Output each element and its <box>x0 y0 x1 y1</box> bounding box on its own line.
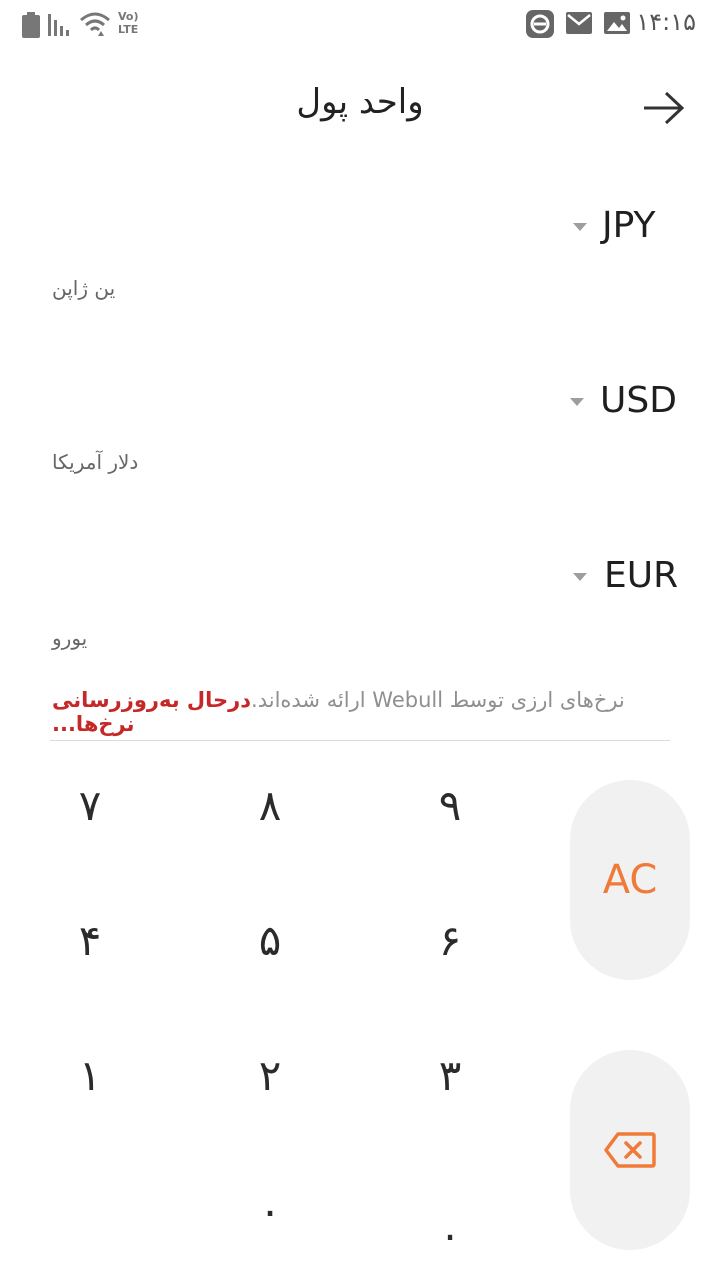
currency-name: یورو <box>52 626 88 650</box>
key-6[interactable]: ۶ <box>390 900 510 980</box>
signal-icon <box>48 14 69 36</box>
rates-updating-text: درحال به‌روزرسانی نرخ‌ها... <box>52 688 252 736</box>
page-title: واحد پول <box>296 82 424 122</box>
app-notification-icon <box>526 10 554 38</box>
dropdown-caret-icon <box>573 573 587 581</box>
currency-code[interactable]: EUR <box>604 555 678 596</box>
key-7[interactable]: ۷ <box>30 765 150 845</box>
key-2[interactable]: ۲ <box>210 1035 330 1115</box>
status-time: ۱۴:۱۵ <box>636 8 696 36</box>
key-0[interactable]: ۰ <box>210 1170 330 1250</box>
volte-icon: Vo) LTE <box>118 10 139 36</box>
key-decimal[interactable]: . <box>390 1185 510 1265</box>
currency-name: ین ژاپن <box>52 276 116 300</box>
currency-code[interactable]: JPY <box>602 205 656 246</box>
backspace-button[interactable] <box>570 1050 690 1250</box>
key-3[interactable]: ۳ <box>390 1035 510 1115</box>
status-bar: Vo) LTE ۱۴:۱۵ <box>0 0 720 48</box>
backspace-icon <box>604 1132 656 1168</box>
gallery-icon <box>604 12 630 34</box>
currency-name: دلار آمریکا <box>52 450 139 474</box>
key-9[interactable]: ۹ <box>390 765 510 845</box>
key-1[interactable]: ۱ <box>30 1035 150 1115</box>
key-5[interactable]: ۵ <box>210 900 330 980</box>
wifi-icon <box>80 12 110 36</box>
dropdown-caret-icon <box>573 223 587 231</box>
dropdown-caret-icon <box>570 398 584 406</box>
mail-icon <box>566 12 592 34</box>
rates-provider-text: نرخ‌های ارزی توسط Webull ارائه شده‌اند. <box>251 688 625 712</box>
clear-label: AC <box>602 857 658 903</box>
currency-code[interactable]: USD <box>600 380 677 421</box>
battery-icon <box>22 12 40 38</box>
key-8[interactable]: ۸ <box>210 765 330 845</box>
clear-button[interactable]: AC <box>570 780 690 980</box>
key-4[interactable]: ۴ <box>30 900 150 980</box>
divider <box>50 740 670 741</box>
arrow-right-icon <box>644 91 685 125</box>
back-button[interactable] <box>640 88 688 128</box>
rates-notice: نرخ‌های ارزی توسط Webull ارائه شده‌اند.د… <box>52 688 668 736</box>
